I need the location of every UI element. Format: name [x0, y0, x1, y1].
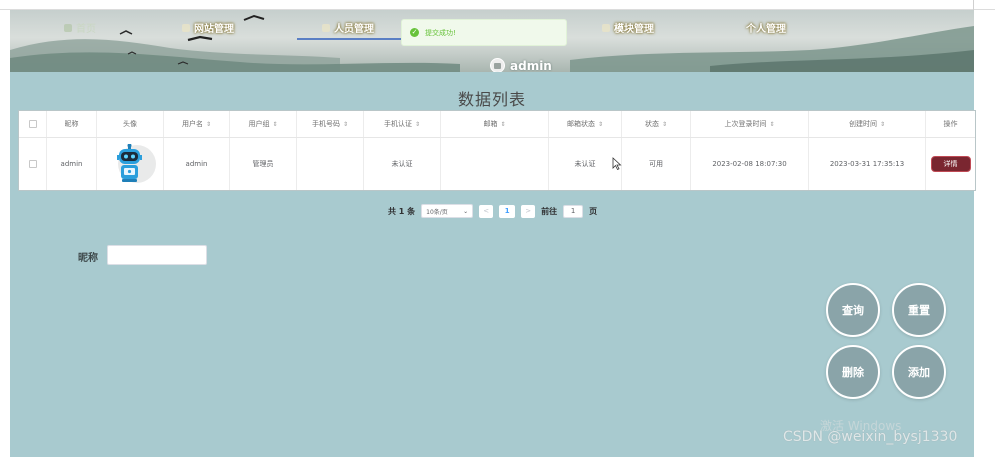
active-nav-underline	[297, 38, 411, 40]
col-email-status[interactable]: 邮箱状态 ⇕	[549, 111, 622, 137]
search-nickname-input[interactable]	[107, 245, 207, 265]
col-group-label: 用户组	[248, 120, 270, 128]
nav-people-management[interactable]: 人员管理	[322, 20, 374, 35]
pagination: 共 1 条 10条/页 ⌄ < 1 > 前往 1 页	[388, 203, 597, 219]
row-checkbox[interactable]	[28, 160, 37, 168]
col-email[interactable]: 邮箱 ⇕	[441, 111, 549, 137]
search-nickname-label: 昵称	[78, 253, 98, 264]
detail-button[interactable]: 详情	[930, 156, 971, 172]
col-actions: 操作	[926, 111, 975, 137]
user-badge[interactable]: admin	[490, 58, 552, 72]
col-username[interactable]: 用户名 ⇕	[164, 111, 230, 137]
nav-personal-management[interactable]: 个人管理	[746, 20, 786, 35]
col-status-label: 状态	[644, 120, 659, 128]
reset-button[interactable]: 重置	[892, 283, 946, 337]
col-username-label: 用户名	[181, 120, 203, 128]
row-select-cell	[19, 138, 47, 190]
select-all-checkbox[interactable]	[28, 120, 37, 128]
sort-icon: ⇕	[879, 120, 886, 128]
website-icon	[182, 23, 190, 32]
col-actions-label: 操作	[943, 120, 958, 128]
nav-home[interactable]: 首页	[64, 20, 96, 35]
check-circle-icon: ✓	[410, 28, 419, 37]
next-page-button[interactable]: >	[521, 204, 536, 218]
sort-icon: ⇕	[205, 120, 212, 128]
person-icon	[322, 23, 330, 32]
page-unit-label: 页	[589, 206, 598, 216]
mouse-cursor-icon	[612, 157, 622, 171]
query-button[interactable]: 查询	[826, 283, 880, 337]
cell-nickname: admin	[47, 138, 97, 190]
nav-website-management[interactable]: 网站管理	[182, 20, 234, 35]
page-size-select[interactable]: 10条/页 ⌄	[421, 204, 474, 218]
col-avatar: 头像	[97, 111, 164, 137]
col-created[interactable]: 创建时间 ⇕	[809, 111, 926, 137]
sort-icon: ⇕	[342, 120, 349, 128]
table-header: 昵称 头像 用户名 ⇕ 用户组 ⇕ 手机号码 ⇕ 手机认证 ⇕ 邮箱 ⇕ 邮箱状…	[19, 111, 975, 138]
col-phone[interactable]: 手机号码 ⇕	[297, 111, 364, 137]
total-count: 共 1 条	[388, 206, 416, 216]
cell-username: admin	[164, 138, 230, 190]
col-nickname: 昵称	[47, 111, 97, 137]
cell-email	[441, 138, 549, 190]
nav-home-label: 首页	[76, 24, 96, 35]
cell-phone	[297, 138, 364, 190]
col-phone-verified-label: 手机认证	[383, 120, 412, 128]
add-button[interactable]: 添加	[892, 345, 946, 399]
table-row: admin admin 管理员 未认证 未认证 可用 2023-02-08 18…	[19, 138, 975, 190]
sort-icon: ⇕	[272, 120, 278, 128]
sort-icon: ⇕	[769, 120, 775, 128]
col-avatar-label: 头像	[123, 120, 137, 128]
csdn-watermark: CSDN @weixin_bysj1330	[783, 429, 958, 445]
sort-icon: ⇕	[500, 120, 506, 128]
page-title: 数据列表	[457, 90, 526, 109]
col-last-login[interactable]: 上次登录时间 ⇕	[691, 111, 809, 137]
goto-label: 前往	[541, 206, 558, 216]
data-table: 昵称 头像 用户名 ⇕ 用户组 ⇕ 手机号码 ⇕ 手机认证 ⇕ 邮箱 ⇕ 邮箱状…	[18, 110, 976, 191]
cell-actions: 详情	[926, 138, 975, 190]
col-email-label: 邮箱	[483, 120, 498, 128]
current-user-name: admin	[510, 58, 552, 73]
goto-page-input[interactable]: 1	[563, 204, 584, 218]
cell-created: 2023-03-31 17:35:13	[809, 138, 926, 190]
page-size-value: 10条/页	[426, 208, 448, 216]
cell-avatar	[97, 138, 164, 190]
cell-status: 可用	[622, 138, 691, 190]
nav-people-label: 人员管理	[334, 24, 374, 35]
prev-page-button[interactable]: <	[479, 204, 494, 218]
home-icon	[64, 23, 72, 32]
col-phone-label: 手机号码	[311, 120, 340, 128]
browser-edge-right	[973, 0, 974, 10]
delete-button[interactable]: 删除	[826, 345, 880, 399]
col-status[interactable]: 状态 ⇕	[622, 111, 691, 137]
cell-last-login: 2023-02-08 18:07:30	[691, 138, 809, 190]
chevron-down-icon: ⌄	[463, 207, 469, 215]
app-window: 首页 网站管理 人员管理 模块管理 个人管理 admin ✓ 提交成功! 数据列…	[0, 0, 995, 457]
module-icon	[602, 23, 610, 32]
cell-group: 管理员	[230, 138, 297, 190]
toast-message: 提交成功!	[425, 28, 456, 37]
sort-icon: ⇕	[414, 120, 421, 128]
main-content: 数据列表 昵称 头像 用户名 ⇕ 用户组 ⇕ 手机号码 ⇕ 手机认证 ⇕ 邮箱 …	[10, 72, 976, 457]
col-group[interactable]: 用户组 ⇕	[230, 111, 297, 137]
user-avatar-icon	[490, 58, 505, 72]
col-email-status-label: 邮箱状态	[566, 120, 595, 128]
nav-website-label: 网站管理	[194, 24, 234, 35]
robot-avatar-icon	[110, 144, 156, 184]
sort-icon: ⇕	[661, 120, 668, 128]
col-phone-verified[interactable]: 手机认证 ⇕	[364, 111, 441, 137]
nav-module-label: 模块管理	[614, 24, 654, 35]
cell-phone-verified: 未认证	[364, 138, 441, 190]
success-toast: ✓ 提交成功!	[401, 19, 567, 46]
nav-module-management[interactable]: 模块管理	[602, 20, 654, 35]
select-all-cell	[19, 111, 47, 137]
col-nickname-label: 昵称	[64, 120, 79, 128]
nav-personal-label: 个人管理	[746, 24, 786, 35]
page-number-current[interactable]: 1	[499, 204, 516, 218]
col-created-label: 创建时间	[848, 120, 877, 128]
col-last-login-label: 上次登录时间	[724, 120, 767, 128]
sort-icon: ⇕	[597, 120, 604, 128]
